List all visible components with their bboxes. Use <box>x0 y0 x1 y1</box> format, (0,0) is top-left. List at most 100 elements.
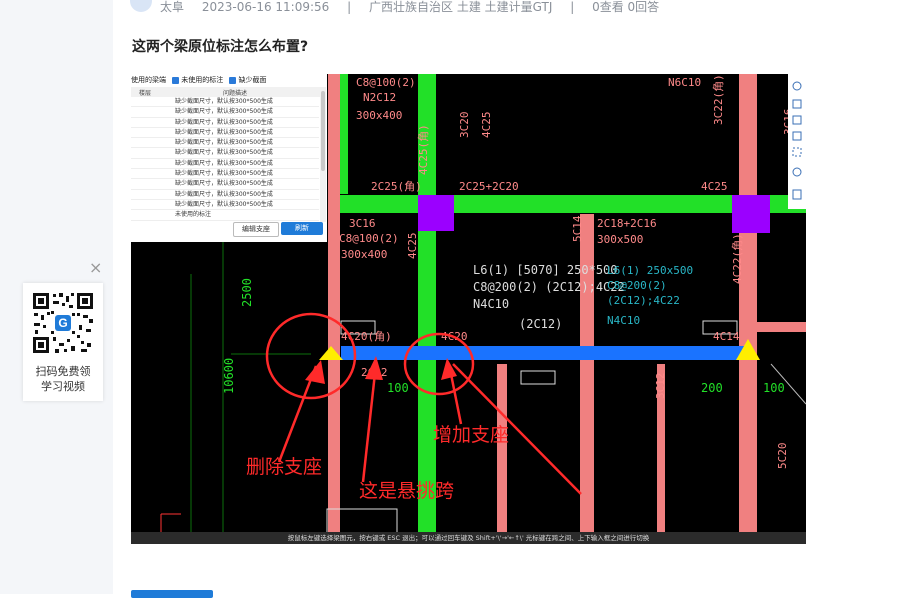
table-row[interactable]: 缺少截面尺寸，默认按300*500生成 <box>131 128 319 139</box>
cad-label: 2C18+2C16 <box>597 217 657 230</box>
cad-label: 300x500 <box>597 233 643 246</box>
l6-label-line4: (2C12) <box>519 317 562 331</box>
error-check-panel[interactable]: 使用的梁端 未使用的标注 缺少截面 楼层 问题描述 缺少截面尺寸，默认按300*… <box>131 74 327 242</box>
annotation-cantilever: 这是悬挑跨 <box>359 480 454 502</box>
dim-label: 100 <box>387 381 409 395</box>
l6-label-line2: C8@200(2) (2C12);4C22 <box>473 280 625 294</box>
qr-code-image: G <box>31 291 95 355</box>
dim-label: 2500 <box>240 278 254 307</box>
row-text: 缺少截面尺寸，默认按300*500生成 <box>175 159 273 167</box>
l6-label-line1: L6(1) [5070] 250*500 <box>473 263 618 277</box>
row-text: 缺少截面尺寸，默认按300*500生成 <box>175 200 273 208</box>
dim-label: 100 <box>763 381 785 395</box>
cad-label: 3C20 <box>458 112 471 139</box>
cad-label: 5C20 <box>776 443 789 470</box>
row-text: 缺少截面尺寸，默认按300*500生成 <box>175 180 273 188</box>
row-text: 缺少截面尺寸，默认按300*500生成 <box>175 190 273 198</box>
row-text: 缺少截面尺寸，默认按300*500生成 <box>175 139 273 147</box>
row-text: 缺少截面尺寸，默认按300*500生成 <box>175 128 273 136</box>
table-row[interactable]: 缺少截面尺寸，默认按300*500生成 <box>131 159 319 170</box>
table-row[interactable]: 缺少截面尺寸，默认按300*500生成 <box>131 118 319 128</box>
table-row[interactable]: 缺少截面尺寸，默认按300*500生成 <box>131 97 319 108</box>
column-header: 问题描述 <box>223 90 248 97</box>
table-row[interactable]: 未使用的标注 <box>131 210 319 221</box>
edit-support-button[interactable]: 编辑支座 <box>233 222 279 237</box>
select-icon <box>792 147 802 157</box>
table-row[interactable]: 缺少截面尺寸，默认按300*500生成 <box>131 190 319 200</box>
question-title: 这两个梁原位标注怎么布置? <box>132 39 309 55</box>
cad-label: 3C22(角) <box>712 74 725 125</box>
checkbox-icon[interactable] <box>172 76 180 84</box>
row-text: 缺少截面尺寸，默认按300*500生成 <box>175 149 273 157</box>
l6b-label-line2: C8@200(2) <box>607 279 667 292</box>
annotation-delete-support: 删除支座 <box>246 456 322 478</box>
g-logo-icon: G <box>58 316 67 330</box>
l6b-label-line1: L6(1) 250x500 <box>607 264 693 277</box>
cad-label: 2C25(角) <box>371 180 422 193</box>
table-row[interactable]: 缺少截面尺寸，默认按300*500生成 <box>131 169 319 180</box>
cad-label: 300x400 <box>341 248 387 261</box>
toolbar-icons <box>792 81 802 200</box>
cad-label: 300x400 <box>356 109 402 122</box>
question-meta: 太阜 2023-06-16 11:09:56 | 广西壮族自治区 土建 土建计量… <box>160 0 673 16</box>
row-text: 缺少截面尺寸，默认按300*500生成 <box>175 118 273 126</box>
cad-status-bar: 按鼠标左键选择梁图元，按右键或 ESC 退出；可以通过回车键及 Shift+'\… <box>131 532 806 544</box>
panel-table-header: 楼层 问题描述 <box>131 87 321 97</box>
column-header: 楼层 <box>139 90 152 97</box>
refresh-button[interactable]: 刷新 <box>281 222 323 235</box>
panel-scrollbar[interactable] <box>320 87 326 222</box>
table-row[interactable]: 缺少截面尺寸，默认按300*500生成 <box>131 107 319 118</box>
cad-label: N2C12 <box>363 91 396 104</box>
meta-separator: | <box>347 0 352 14</box>
post-datetime: 2023-06-16 11:09:56 <box>201 0 330 14</box>
l6-label-line3: N4C10 <box>473 297 509 311</box>
row-text: 缺少截面尺寸，默认按300*500生成 <box>175 170 273 178</box>
table-row[interactable]: 缺少截面尺寸，默认按300*500生成 <box>131 179 319 190</box>
document-icon <box>792 189 802 200</box>
meta-separator: | <box>570 0 575 14</box>
dim-label: 200 <box>701 381 723 395</box>
filter-label: 使用的梁端 <box>131 76 166 84</box>
cad-label: 4C14 <box>713 330 740 343</box>
cad-label: 4C22(角) <box>731 233 744 284</box>
close-icon[interactable]: × <box>89 258 102 277</box>
author-name[interactable]: 太阜 <box>160 0 184 14</box>
layer-icon <box>792 115 802 125</box>
cad-label: 3C12 <box>654 373 667 400</box>
qr-caption-line1: 扫码免费领 <box>35 365 91 378</box>
cad-label: 4C25 <box>406 233 419 260</box>
cad-label: 4C25(角) <box>417 124 430 175</box>
target-icon <box>792 167 802 177</box>
row-text: 缺少截面尺寸，默认按300*500生成 <box>175 108 273 116</box>
panel-filters: 使用的梁端 未使用的标注 缺少截面 <box>131 74 327 86</box>
question-screenshot[interactable]: C8@100(2) N2C12 300x400 4C25(角) 3C20 4C2… <box>131 74 806 544</box>
checkbox-icon[interactable] <box>229 76 237 84</box>
table-row[interactable]: 缺少截面尺寸，默认按300*500生成 <box>131 138 319 149</box>
cad-label: 4C25 <box>701 180 728 193</box>
cad-label: C8@100(2) <box>339 232 399 245</box>
table-row[interactable]: 缺少截面尺寸，默认按300*500生成 <box>131 148 319 159</box>
filter-label[interactable]: 未使用的标注 <box>181 76 223 84</box>
row-text: 缺少截面尺寸，默认按300*500生成 <box>175 98 273 105</box>
cad-label: N6C10 <box>668 76 701 89</box>
l6b-label-line3: (2C12);4C22 <box>607 294 680 307</box>
qr-promo-card[interactable]: G 扫码免费领 学习视频 <box>23 283 103 401</box>
answer-button[interactable] <box>131 590 213 598</box>
view-answer-stats: 0查看 0回答 <box>592 0 660 14</box>
cad-label: 3C16 <box>349 217 376 230</box>
table-row[interactable]: 缺少截面尺寸，默认按300*500生成 <box>131 200 319 211</box>
location-category: 广西壮族自治区 土建 土建计量GTJ <box>369 0 553 14</box>
view-icon <box>792 99 802 109</box>
cad-label: 5C14 <box>571 215 584 242</box>
cad-side-toolbar <box>788 74 806 209</box>
dim-label: 10600 <box>222 358 236 394</box>
filter-label[interactable]: 缺少截面 <box>238 76 266 84</box>
scrollbar-thumb[interactable] <box>321 91 325 171</box>
cad-label: C8@100(2) <box>356 76 416 89</box>
rotate-icon <box>792 81 802 91</box>
cad-label: 2C25+2C20 <box>459 180 519 193</box>
l6b-label-line4: N4C10 <box>607 314 640 327</box>
panel-rows: 缺少截面尺寸，默认按300*500生成 缺少截面尺寸，默认按300*500生成 … <box>131 97 319 221</box>
cad-label: 4C25 <box>480 112 493 139</box>
annotation-add-support: 增加支座 <box>433 424 509 446</box>
